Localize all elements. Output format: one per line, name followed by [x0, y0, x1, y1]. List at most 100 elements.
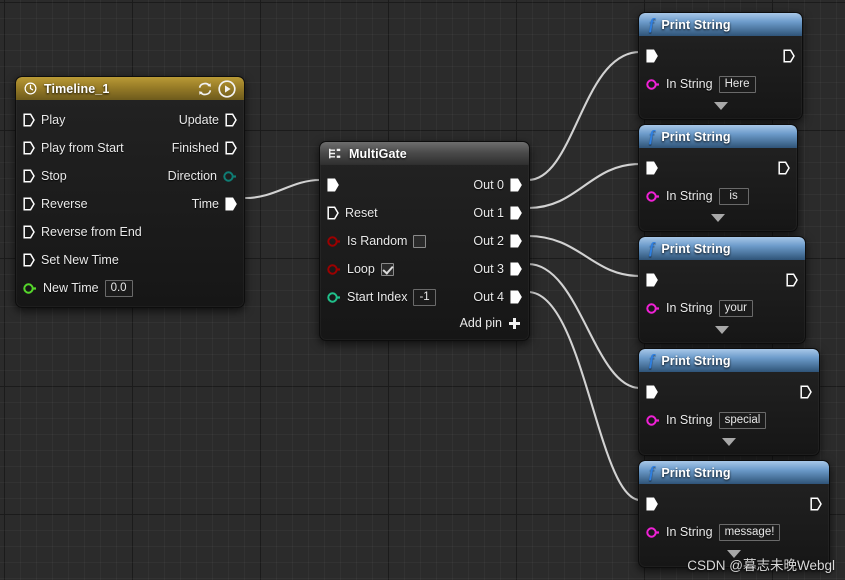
exec-pin-icon-connected[interactable]: [646, 161, 658, 175]
play-icon[interactable]: [217, 79, 236, 98]
exec-pin-icon[interactable]: [23, 225, 35, 239]
expand-node-button[interactable]: [639, 210, 797, 226]
node-print-string-2[interactable]: f Print String In String is: [638, 124, 798, 232]
float-pin-icon[interactable]: [23, 282, 37, 294]
node-print-string-3-header[interactable]: f Print String: [639, 237, 805, 260]
expand-node-button[interactable]: [639, 98, 802, 114]
exec-pin-icon-connected[interactable]: [510, 290, 522, 304]
print-exec-row[interactable]: [639, 42, 802, 70]
print-in-string-row[interactable]: In String message!: [639, 518, 829, 546]
exec-pin-icon-connected[interactable]: [327, 178, 339, 192]
print-exec-row[interactable]: [639, 154, 797, 182]
expand-node-button[interactable]: [639, 322, 805, 338]
add-pin-button[interactable]: Add pin: [320, 311, 529, 335]
node-print-string-5[interactable]: f Print String In String message!: [638, 460, 830, 568]
exec-pin-icon[interactable]: [783, 49, 795, 63]
print-exec-row[interactable]: [639, 266, 805, 294]
timeline-row-reverse-from-end[interactable]: Reverse from End: [16, 218, 244, 246]
new-time-input[interactable]: 0.0: [104, 279, 133, 297]
chevron-down-icon: [715, 326, 729, 334]
print-exec-row[interactable]: [639, 378, 819, 406]
expand-node-button[interactable]: [639, 546, 829, 562]
exec-pin-icon-connected[interactable]: [510, 234, 522, 248]
print-in-string-row[interactable]: In String is: [639, 182, 797, 210]
print-exec-row[interactable]: [639, 490, 829, 518]
string-pin-icon[interactable]: [646, 78, 660, 90]
timeline-row-play[interactable]: Play Update: [16, 106, 244, 134]
node-print-string-4-header[interactable]: f Print String: [639, 349, 819, 372]
node-print-string-1-header[interactable]: f Print String: [639, 13, 802, 36]
timeline-row-reverse[interactable]: Reverse Time: [16, 190, 244, 218]
timeline-row-set-new-time[interactable]: Set New Time: [16, 246, 244, 274]
in-string-input[interactable]: Here: [718, 75, 756, 93]
node-print-string-1[interactable]: f Print String In String Here: [638, 12, 803, 120]
string-pin-icon[interactable]: [646, 414, 660, 426]
exec-pin-icon-connected[interactable]: [646, 497, 658, 511]
node-multigate[interactable]: MultiGate Out 0 Reset Out 1 Is Random Ou…: [319, 141, 530, 341]
timeline-row-stop[interactable]: Stop Direction: [16, 162, 244, 190]
exec-pin-icon[interactable]: [786, 273, 798, 287]
blueprint-graph-canvas[interactable]: Timeline_1 Play Update Play from Start F…: [0, 0, 845, 580]
exec-pin-icon[interactable]: [778, 161, 790, 175]
exec-pin-icon[interactable]: [23, 253, 35, 267]
loop-icon[interactable]: [195, 79, 214, 98]
multigate-icon: [328, 147, 342, 160]
pin-label: Out 2: [473, 234, 504, 248]
is-random-checkbox[interactable]: [413, 234, 427, 248]
node-print-string-2-header[interactable]: f Print String: [639, 125, 797, 148]
string-pin-icon[interactable]: [646, 190, 660, 202]
in-string-input[interactable]: your: [718, 299, 753, 317]
pin-label: Play: [41, 113, 66, 127]
exec-pin-icon-connected[interactable]: [510, 178, 522, 192]
wire-out1-to-print2: [526, 162, 642, 210]
node-multigate-header[interactable]: MultiGate: [320, 142, 529, 165]
node-timeline[interactable]: Timeline_1 Play Update Play from Start F…: [15, 76, 245, 308]
node-timeline-header[interactable]: Timeline_1: [16, 77, 244, 100]
exec-pin-icon[interactable]: [225, 141, 237, 155]
string-pin-icon[interactable]: [646, 302, 660, 314]
start-index-input[interactable]: -1: [413, 288, 436, 306]
multigate-row-1[interactable]: Reset Out 1: [320, 199, 529, 227]
exec-pin-icon[interactable]: [23, 197, 35, 211]
exec-pin-icon[interactable]: [23, 169, 35, 183]
pin-label: Time: [191, 197, 219, 211]
multigate-row-2[interactable]: Is Random Out 2: [320, 227, 529, 255]
exec-pin-icon[interactable]: [225, 113, 237, 127]
multigate-row-4[interactable]: Start Index -1 Out 4: [320, 283, 529, 311]
print-in-string-row[interactable]: In String special: [639, 406, 819, 434]
print-in-string-row[interactable]: In String Here: [639, 70, 802, 98]
exec-pin-icon[interactable]: [327, 206, 339, 220]
pin-label: Set New Time: [41, 253, 119, 267]
pin-label: Out 1: [473, 206, 504, 220]
node-print-string-3[interactable]: f Print String In String your: [638, 236, 806, 344]
bool-pin-icon[interactable]: [327, 235, 341, 247]
loop-checkbox[interactable]: [380, 262, 394, 276]
node-print-string-4[interactable]: f Print String In String special: [638, 348, 820, 456]
exec-pin-icon[interactable]: [800, 385, 812, 399]
timeline-row-new-time[interactable]: New Time 0.0: [16, 274, 244, 302]
int-pin-icon[interactable]: [327, 291, 341, 303]
node-print-string-5-body: In String message!: [639, 484, 829, 567]
string-pin-icon[interactable]: [646, 526, 660, 538]
multigate-row-0[interactable]: Out 0: [320, 171, 529, 199]
print-in-string-row[interactable]: In String your: [639, 294, 805, 322]
bool-pin-icon[interactable]: [327, 263, 341, 275]
node-print-string-5-header[interactable]: f Print String: [639, 461, 829, 484]
enum-pin-icon[interactable]: [223, 170, 237, 182]
exec-pin-icon-connected[interactable]: [510, 262, 522, 276]
multigate-row-3[interactable]: Loop Out 3: [320, 255, 529, 283]
exec-pin-icon[interactable]: [23, 141, 35, 155]
pin-label: In String: [666, 525, 713, 539]
in-string-input[interactable]: special: [718, 411, 767, 429]
exec-pin-icon-connected[interactable]: [646, 273, 658, 287]
exec-pin-icon[interactable]: [23, 113, 35, 127]
expand-node-button[interactable]: [639, 434, 819, 450]
in-string-input[interactable]: message!: [718, 523, 781, 541]
in-string-input[interactable]: is: [718, 187, 749, 205]
exec-pin-icon-connected[interactable]: [510, 206, 522, 220]
exec-pin-icon-connected[interactable]: [646, 49, 658, 63]
exec-pin-icon-connected[interactable]: [225, 197, 237, 211]
exec-pin-icon[interactable]: [810, 497, 822, 511]
timeline-row-play-from-start[interactable]: Play from Start Finished: [16, 134, 244, 162]
exec-pin-icon-connected[interactable]: [646, 385, 658, 399]
